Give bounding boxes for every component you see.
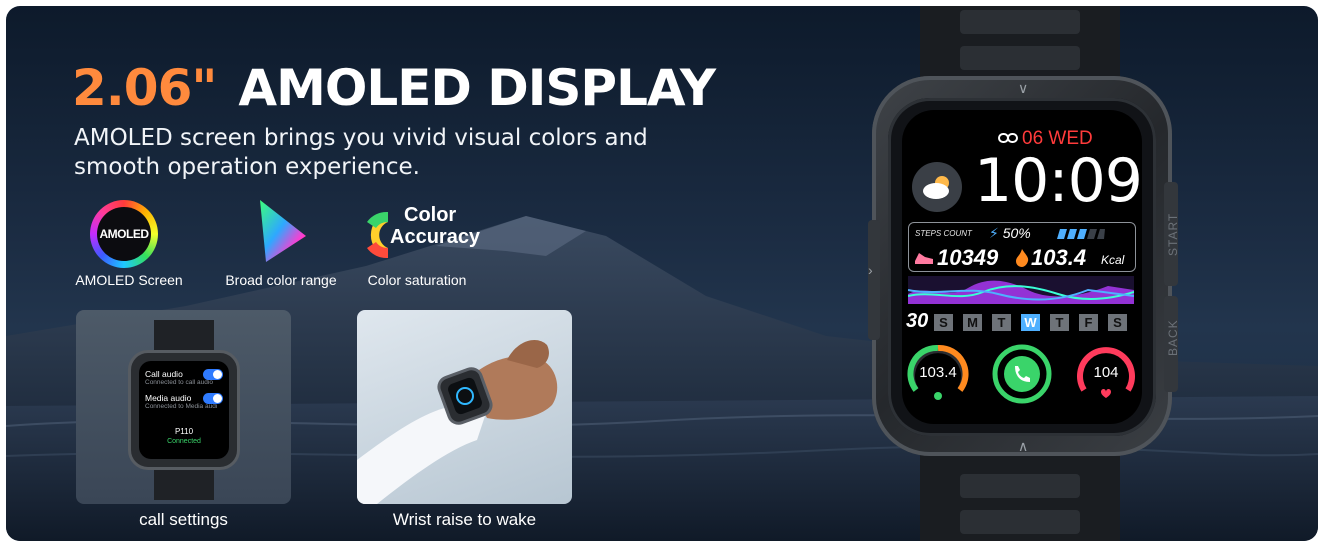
day-sat: S [1108,314,1127,331]
phone-gauge[interactable] [990,342,1054,406]
headline-title: AMOLED DISPLAY [238,59,716,117]
subtitle: AMOLED screen brings you vivid visual co… [74,125,648,180]
flame-icon [1016,249,1029,267]
shoe-icon [915,253,933,264]
mini-watch: Call audio Connected to call audio Media… [128,320,240,500]
back-label: BACK [1166,319,1180,356]
day-fri: F [1079,314,1098,331]
mini-strap-bottom [154,466,214,500]
heart-rate-gauge[interactable]: 104 [1074,342,1138,406]
smartwatch: START BACK ∨ ∧ › 06 WED 10:09 STEPS COUN… [862,6,1192,541]
chevron-down-icon: ∨ [1018,80,1029,96]
chevron-up-icon: ∧ [1018,438,1029,454]
day-mon: M [963,314,982,331]
headline: 2.06" AMOLED DISPLAY [72,58,716,118]
wrist-illustration [357,340,558,504]
badge-line-1: Color [404,204,457,226]
watch-screen: 06 WED 10:09 STEPS COUNT ⚡ 50% 10349 103… [902,110,1142,424]
link-icon [998,133,1018,143]
strap-rib [960,474,1080,498]
strap-rib [960,510,1080,534]
call-audio-row[interactable]: Call audio Connected to call audio [145,369,225,386]
calories-value: 103.4 [1031,245,1087,270]
amoled-ring-icon: AMOLED [90,200,158,268]
wrist-raise-photo [357,310,572,504]
color-accuracy-badge: Color Accuracy [390,204,480,248]
call-settings-caption: call settings [139,510,228,529]
strap-bottom [920,446,1120,541]
heart-rate-value: 104 [1093,364,1119,381]
left-side-button[interactable] [868,220,880,340]
steps-value: 10349 [937,245,999,270]
chevron-right-icon: › [868,262,873,278]
mini-watch-screen: Call audio Connected to call audio Media… [139,361,229,459]
mini-watch-case: Call audio Connected to call audio Media… [128,350,240,470]
distance-gauge[interactable]: 103.4 [906,342,970,406]
wrist-raise-caption: Wrist raise to wake [392,510,537,529]
weather-icon[interactable] [912,162,962,212]
battery-level: ⚡ 50% [989,225,1031,242]
watch-time: 10:09 [974,146,1142,216]
product-banner: 2.06" AMOLED DISPLAY AMOLED screen brings… [6,6,1318,541]
headline-size: 2.06" [72,59,217,117]
strap-rib [960,46,1080,70]
device-name: P110 [174,427,194,436]
call-settings-photo: Call audio Connected to call audio Media… [76,310,291,504]
steps-panel[interactable]: STEPS COUNT ⚡ 50% 10349 103.4 Kcal [908,222,1136,272]
badge-line-2: Accuracy [390,226,481,248]
calories-unit: Kcal [1101,253,1125,267]
feature-label: Color saturation [367,272,467,288]
feature-label: AMOLED Screen [75,272,183,288]
strap-top [920,6,1120,86]
charging-bolt-icon: ⚡ [989,225,999,241]
battery-percent: 50% [1002,225,1031,241]
device-status: Connected [167,438,201,445]
week-strip: 30 S M T W T F S [906,310,1138,334]
distance-value: 103.4 [919,364,957,381]
media-audio-note: Connected to Media audi [145,403,218,410]
steps-title: STEPS COUNT [915,229,972,238]
week-number: 30 [906,310,929,332]
media-audio-toggle[interactable] [203,393,223,404]
mini-strap-top [154,320,214,354]
feature-label: Broad color range [225,272,337,288]
amoled-badge: AMOLED [97,207,151,261]
day-sun: S [934,314,953,331]
start-label: START [1166,212,1180,256]
day-tue: T [992,314,1011,331]
media-audio-row[interactable]: Media audio Connected to Media audi [145,393,225,410]
day-wed: W [1021,314,1040,331]
call-audio-toggle[interactable] [203,369,223,380]
color-prism-icon [260,200,306,262]
strap-rib [960,10,1080,34]
battery-bars-icon [1057,229,1105,239]
day-thu: T [1050,314,1069,331]
activity-graph [908,276,1134,304]
color-wheel-icon [367,211,388,259]
phone-icon [992,344,1052,404]
call-audio-note: Connected to call audio [145,379,213,386]
